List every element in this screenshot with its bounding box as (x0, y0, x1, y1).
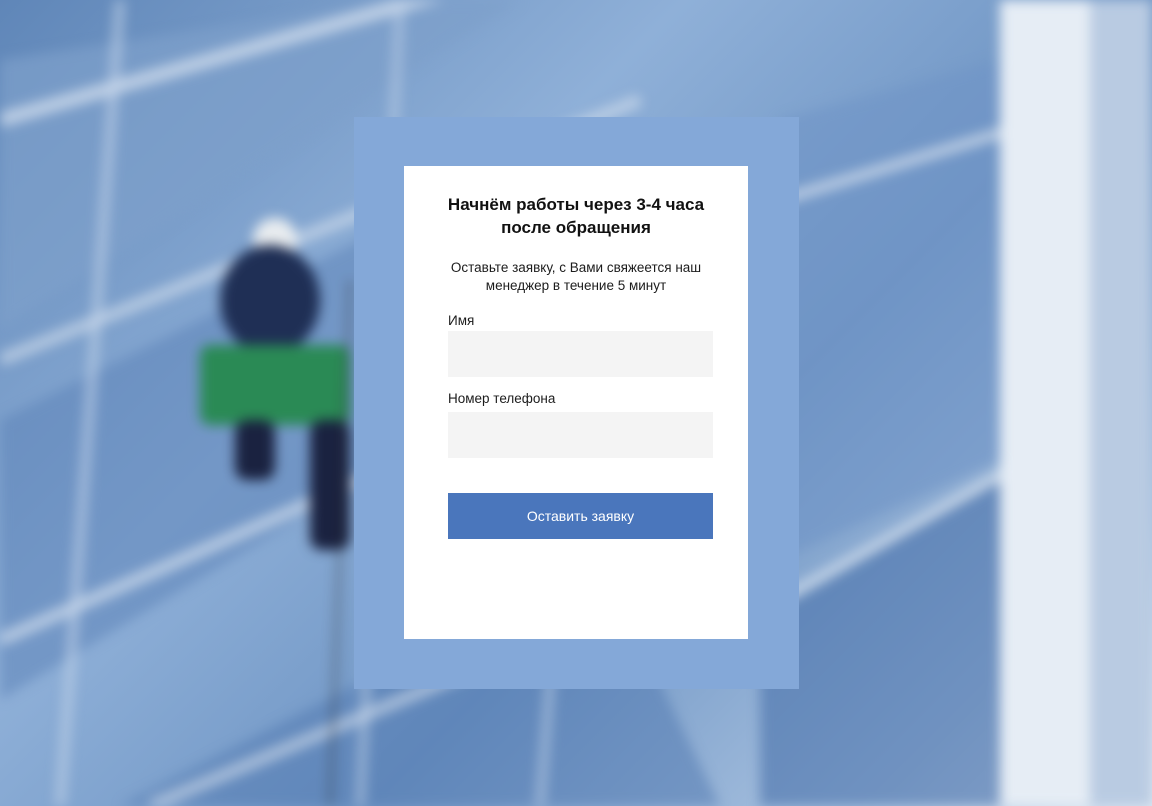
submit-request-button[interactable]: Оставить заявку (448, 493, 713, 539)
name-input[interactable] (448, 331, 713, 377)
modal-frame: Начнём работы через 3-4 часа после обращ… (354, 117, 799, 689)
request-form-modal: Начнём работы через 3-4 часа после обращ… (404, 166, 748, 639)
phone-label: Номер телефона (448, 391, 556, 406)
name-label: Имя (448, 313, 475, 328)
form-subtitle: Оставьте заявку, с Вами свяжеется наш ме… (450, 260, 702, 293)
phone-input[interactable] (448, 412, 713, 458)
form-title: Начнём работы через 3-4 часа после обращ… (447, 195, 705, 237)
